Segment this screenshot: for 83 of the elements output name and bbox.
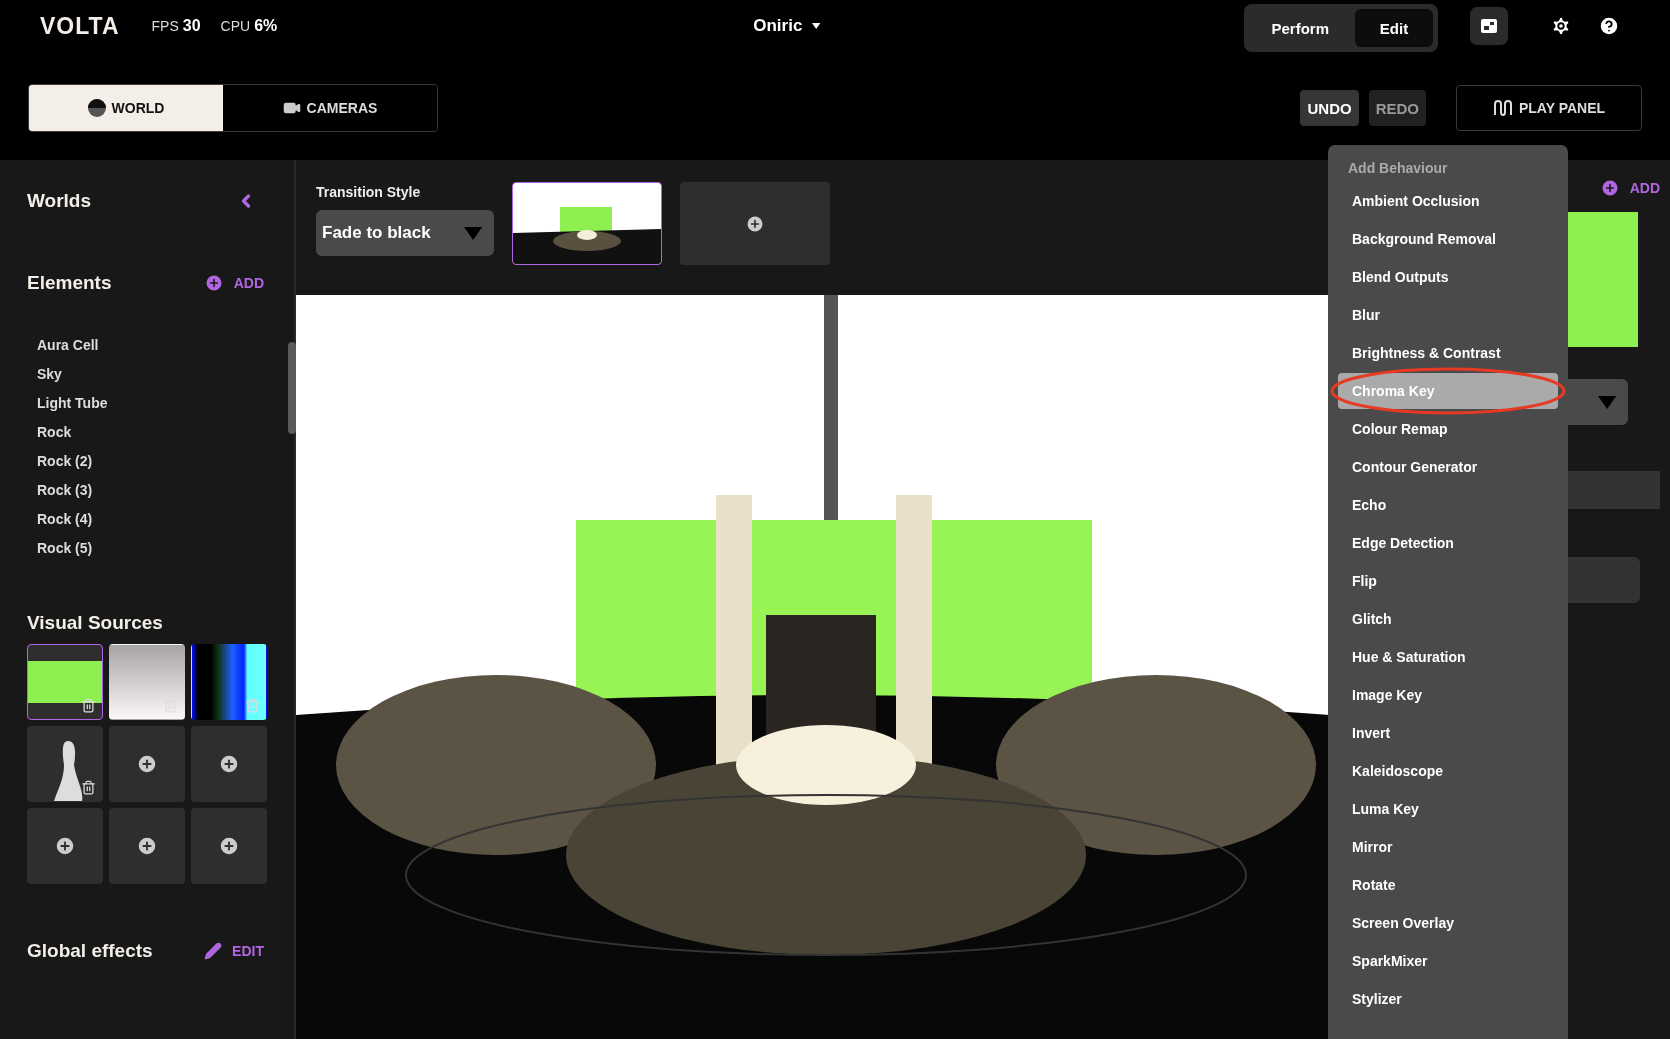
element-item[interactable]: Rock (5): [37, 539, 264, 558]
dropdown-caret-icon: [463, 226, 482, 240]
element-item[interactable]: Rock: [37, 423, 264, 442]
add-icon[interactable]: [218, 753, 240, 775]
pencil-icon: [204, 942, 223, 960]
help-icon[interactable]: [1598, 15, 1620, 37]
element-item[interactable]: Sky: [37, 365, 264, 384]
dropdown-caret-icon: [1597, 395, 1616, 409]
transition-select[interactable]: Fade to black: [316, 210, 494, 256]
stat-value: 30: [182, 17, 201, 34]
project-selector[interactable]: Oniric: [749, 14, 825, 38]
add-button[interactable]: ADD: [203, 273, 264, 293]
add-icon[interactable]: [136, 835, 158, 857]
add-icon[interactable]: [218, 835, 240, 857]
section-title: Global effects: [27, 940, 153, 962]
layout-icon: [1480, 18, 1498, 34]
source-tile[interactable]: [109, 644, 185, 720]
source-tile[interactable]: [109, 726, 185, 802]
caret-icon: [812, 23, 821, 29]
menu-item[interactable]: Ambient Occlusion: [1338, 183, 1558, 219]
source-tile[interactable]: [27, 644, 103, 720]
stat-value: 6%: [254, 17, 278, 34]
menu-item[interactable]: Rotate: [1338, 867, 1558, 903]
play-panel-button[interactable]: PLAY PANEL: [1456, 85, 1642, 131]
menu-item[interactable]: SparkMixer: [1338, 943, 1558, 979]
stat-label: CPU: [220, 18, 251, 34]
menu-item[interactable]: Blur: [1338, 297, 1558, 333]
history-button[interactable]: UNDO: [1300, 90, 1359, 126]
source-tile[interactable]: [191, 644, 267, 720]
element-item[interactable]: Rock (3): [37, 481, 264, 500]
section-title: Visual Sources: [27, 612, 163, 634]
menu-item[interactable]: Contour Generator: [1338, 449, 1558, 485]
source-tile[interactable]: [191, 726, 267, 802]
wave-icon: [1492, 100, 1513, 116]
stat-label: FPS: [151, 18, 179, 34]
settings-icon[interactable]: [1550, 15, 1572, 37]
menu-item[interactable]: Screen Overlay: [1338, 905, 1558, 941]
add-icon[interactable]: [136, 753, 158, 775]
source-tile[interactable]: [191, 808, 267, 884]
menu-item[interactable]: Invert: [1338, 715, 1558, 751]
trash-icon[interactable]: [81, 780, 96, 795]
element-item[interactable]: Rock (4): [37, 510, 264, 529]
source-tile[interactable]: [109, 808, 185, 884]
layout-button[interactable]: [1470, 7, 1508, 45]
menu-item[interactable]: Glitch: [1338, 601, 1558, 637]
mode-tab[interactable]: Edit: [1355, 9, 1433, 47]
add-icon: [1599, 178, 1620, 198]
half-circle-icon: [87, 99, 106, 117]
element-item[interactable]: Aura Cell: [37, 336, 264, 355]
menu-item[interactable]: Mirror: [1338, 829, 1558, 865]
menu-item[interactable]: Luma Key: [1338, 791, 1558, 827]
add-button[interactable]: ADD: [1599, 178, 1660, 198]
add-icon[interactable]: [54, 835, 76, 857]
menu-item[interactable]: Flip: [1338, 563, 1558, 599]
edit-button[interactable]: EDIT: [204, 942, 264, 960]
logo: VOLTA: [40, 12, 120, 40]
trash-icon[interactable]: [81, 698, 96, 713]
menu-item[interactable]: Colour Remap: [1338, 411, 1558, 447]
menu-title: Add Behaviour: [1347, 159, 1449, 178]
menu-item[interactable]: Brightness & Contrast: [1338, 335, 1558, 371]
menu-item[interactable]: Background Removal: [1338, 221, 1558, 257]
add-icon: [745, 213, 765, 234]
source-tile[interactable]: [27, 726, 103, 802]
section-title: Elements: [27, 272, 112, 294]
scene-tile[interactable]: [680, 182, 830, 265]
scrollbar[interactable]: [288, 342, 296, 434]
add-icon: [203, 273, 224, 293]
menu-item[interactable]: Blend Outputs: [1338, 259, 1558, 295]
section-title: Worlds: [27, 190, 92, 212]
menu-item[interactable]: Stylizer: [1338, 981, 1558, 1017]
element-item[interactable]: Rock (2): [37, 452, 264, 471]
menu-item[interactable]: Kaleidoscope: [1338, 753, 1558, 789]
view-tab[interactable]: WORLD: [29, 85, 223, 131]
scene-tile[interactable]: [512, 182, 662, 265]
menu-item[interactable]: Image Key: [1338, 677, 1558, 713]
silhouette-drawing: [54, 739, 84, 801]
field-label: Transition Style: [316, 184, 422, 200]
mode-tab[interactable]: Perform: [1249, 9, 1351, 47]
menu-item[interactable]: Hue & Saturation: [1338, 639, 1558, 675]
source-tile[interactable]: [27, 808, 103, 884]
element-item[interactable]: Light Tube: [37, 394, 264, 413]
menu-item[interactable]: Edge Detection: [1338, 525, 1558, 561]
menu-item[interactable]: Echo: [1338, 487, 1558, 523]
